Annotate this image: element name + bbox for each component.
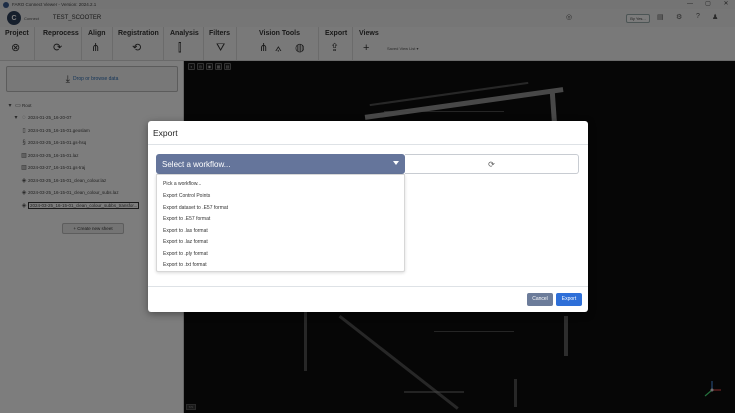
workflow-option-txt[interactable]: Export to .txt format — [163, 262, 207, 268]
workflow-option-pick[interactable]: Pick a workflow... — [163, 181, 201, 187]
dialog-footer: Cancel Export — [148, 286, 588, 312]
workflow-option-las[interactable]: Export to .las format — [163, 228, 208, 234]
workflow-option-control-points[interactable]: Export Control Points — [163, 193, 210, 199]
workflow-select[interactable]: Select a workflow... — [156, 154, 405, 174]
caret-down-icon — [393, 161, 399, 165]
export-dialog: Export Select a workflow... ⟳ Pick a wor… — [148, 121, 588, 312]
workflow-select-label: Select a workflow... — [162, 159, 231, 169]
workflow-dropdown-menu: Pick a workflow... Export Control Points… — [156, 174, 405, 272]
refresh-icon: ⟳ — [488, 159, 495, 169]
dialog-title: Export — [153, 128, 178, 138]
workflow-option-ply[interactable]: Export to .ply format — [163, 251, 208, 257]
refresh-button[interactable]: ⟳ — [405, 154, 579, 174]
workflow-option-laz[interactable]: Export to .laz format — [163, 239, 208, 245]
export-button[interactable]: Export — [556, 293, 582, 306]
cancel-button[interactable]: Cancel — [527, 293, 553, 306]
dialog-header: Export — [148, 121, 588, 145]
workflow-option-e57[interactable]: Export to .E57 format — [163, 216, 210, 222]
workflow-option-dataset-e57[interactable]: Export dataset to .E57 format — [163, 205, 228, 211]
